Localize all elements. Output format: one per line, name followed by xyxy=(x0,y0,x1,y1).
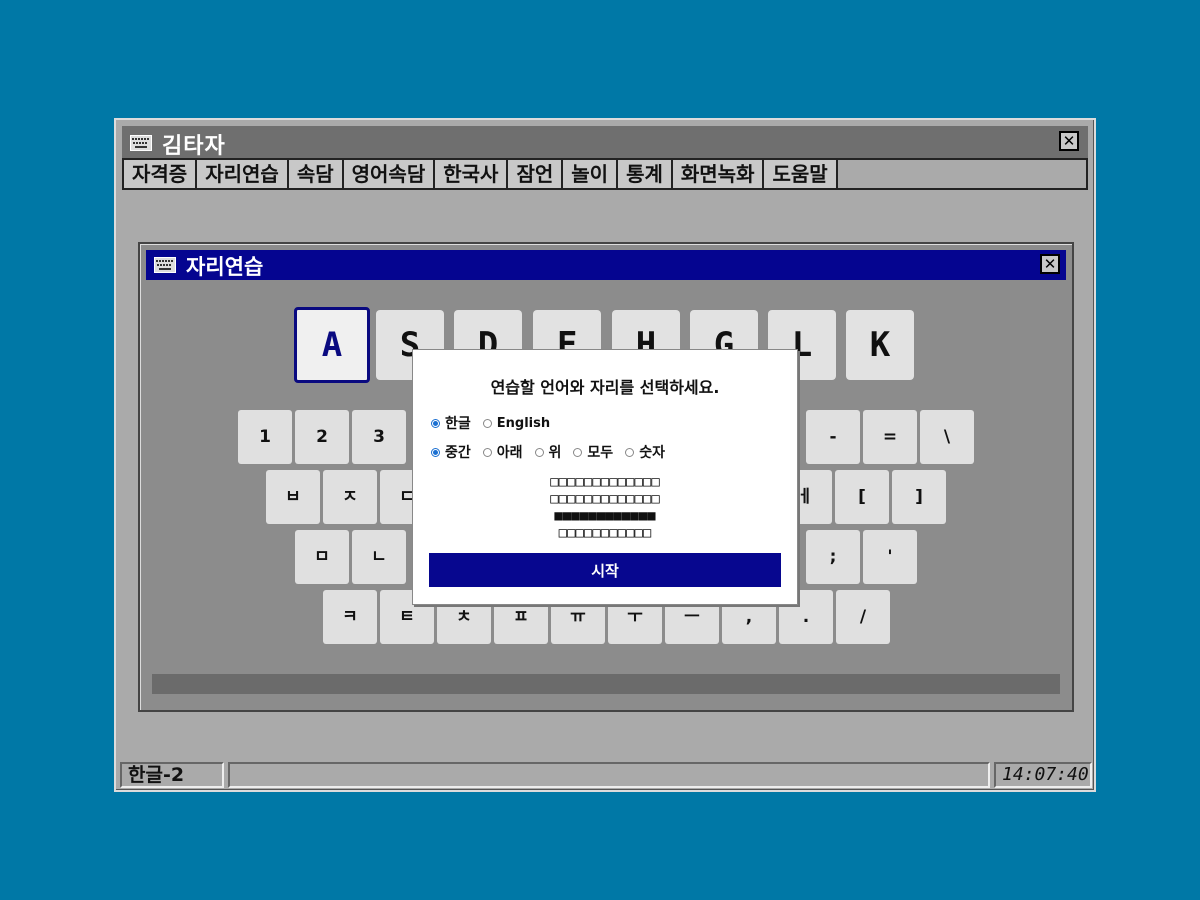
input-mode-indicator: 한글-2 xyxy=(120,762,224,788)
radio-checked-icon[interactable] xyxy=(431,418,440,428)
row-option-all[interactable]: 모두 xyxy=(573,442,613,462)
keyboard-icon xyxy=(154,257,176,273)
row-options: 중간 아래 위 모두 숫자 xyxy=(431,442,677,462)
practice-title: 자리연습 xyxy=(186,255,264,279)
keyboard-key: 1 xyxy=(238,410,292,464)
language-option-label: 한글 xyxy=(445,416,471,432)
menu-item-statistics[interactable]: 통계 xyxy=(618,160,673,188)
menu-item-maxims[interactable]: 잠언 xyxy=(508,160,564,188)
close-button[interactable]: ✕ xyxy=(1059,131,1079,151)
keyboard-key: / xyxy=(836,590,890,644)
keyboard-key: ] xyxy=(892,470,946,524)
row-option-label: 위 xyxy=(548,445,562,461)
row-option-top[interactable]: 위 xyxy=(534,442,562,462)
start-button[interactable]: 시작 xyxy=(429,553,781,587)
menu-item-korean-history[interactable]: 한국사 xyxy=(435,160,509,188)
radio-unchecked-icon[interactable] xyxy=(573,447,583,457)
row-option-numbers[interactable]: 숫자 xyxy=(625,442,665,462)
row-option-label: 숫자 xyxy=(639,445,665,461)
menu-item-english-proverbs[interactable]: 영어속담 xyxy=(343,160,436,188)
keyboard-key: - xyxy=(806,410,860,464)
practice-titlebar[interactable]: 자리연습 ✕ xyxy=(146,250,1066,280)
keyboard-row-pattern: □□□□□□□□□□□□□ xyxy=(550,474,660,490)
row-option-label: 아래 xyxy=(496,445,523,461)
keyboard-key: ㅋ xyxy=(323,590,377,644)
close-icon: ✕ xyxy=(1062,132,1076,150)
keyboard-key: 2 xyxy=(295,410,349,464)
status-message xyxy=(228,762,990,788)
keyboard-icon xyxy=(130,135,152,151)
keyboard-key: ㅈ xyxy=(323,470,377,524)
menu-bar: 자격증 자리연습 속담 영어속담 한국사 잠언 놀이 통계 화면녹화 도움말 xyxy=(122,158,1088,190)
menu-item-help[interactable]: 도움말 xyxy=(764,160,838,188)
keyboard-key: 3 xyxy=(352,410,406,464)
keyboard-row-pattern: □□□□□□□□□□□ xyxy=(558,525,652,541)
practice-setup-dialog: 연습할 언어와 자리를 선택하세요. 한글 English 중간 아래 위 모두 xyxy=(412,349,798,605)
keyboard-key: ㄴ xyxy=(352,530,406,584)
target-key-current: A xyxy=(294,307,370,383)
language-option-korean[interactable]: 한글 xyxy=(431,413,471,433)
language-options: 한글 English xyxy=(431,413,562,433)
keyboard-key: ' xyxy=(863,530,917,584)
keyboard-key: ; xyxy=(806,530,860,584)
row-option-bottom[interactable]: 아래 xyxy=(482,442,523,462)
keyboard-key: ㅁ xyxy=(295,530,349,584)
keyboard-key: [ xyxy=(835,470,889,524)
row-option-label: 중간 xyxy=(445,445,471,461)
practice-close-button[interactable]: ✕ xyxy=(1040,254,1060,274)
menu-item-games[interactable]: 놀이 xyxy=(563,160,619,188)
window-title: 김타자 xyxy=(162,134,226,159)
menu-item-screen-recording[interactable]: 화면녹화 xyxy=(672,160,765,188)
radio-checked-icon[interactable] xyxy=(431,447,440,457)
radio-unchecked-icon[interactable] xyxy=(482,418,492,428)
close-icon: ✕ xyxy=(1043,255,1057,273)
keyboard-row-pattern-selected: ■■■■■■■■■■■■ xyxy=(554,508,656,524)
keyboard-key: \ xyxy=(920,410,974,464)
clock: 14:07:40 xyxy=(994,762,1092,788)
keyboard-key: = xyxy=(863,410,917,464)
target-key: K xyxy=(846,310,914,380)
menu-item-proverbs[interactable]: 속담 xyxy=(288,160,344,188)
radio-unchecked-icon[interactable] xyxy=(482,447,492,457)
radio-unchecked-icon[interactable] xyxy=(625,447,635,457)
status-bar: 한글-2 14:07:40 xyxy=(118,760,1092,790)
menu-item-certificate[interactable]: 자격증 xyxy=(124,160,198,188)
dialog-prompt: 연습할 언어와 자리를 선택하세요. xyxy=(490,378,720,397)
main-titlebar[interactable]: 김타자 ✕ xyxy=(122,126,1088,159)
keyboard-row-pattern: □□□□□□□□□□□□□ xyxy=(550,491,660,507)
language-option-label: English xyxy=(496,415,551,431)
keyboard-key: ㅂ xyxy=(266,470,320,524)
language-option-english[interactable]: English xyxy=(482,415,551,431)
radio-unchecked-icon[interactable] xyxy=(534,447,544,457)
row-option-label: 모두 xyxy=(587,445,614,461)
menu-item-position-practice[interactable]: 자리연습 xyxy=(197,160,289,188)
row-option-middle[interactable]: 중간 xyxy=(431,442,471,462)
progress-track xyxy=(152,674,1060,694)
